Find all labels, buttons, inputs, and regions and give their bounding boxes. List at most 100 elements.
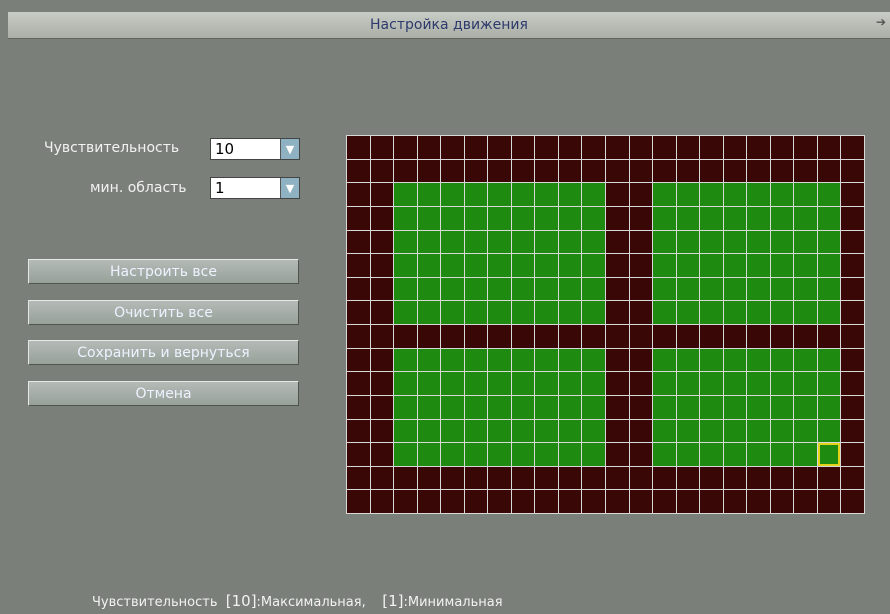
grid-cell[interactable] [700,277,723,301]
grid-cell[interactable] [770,277,794,301]
grid-cell[interactable] [676,159,700,183]
grid-cell[interactable] [347,254,370,277]
grid-cell[interactable] [488,372,511,395]
grid-cell[interactable] [817,325,841,348]
grid-cell[interactable] [700,490,723,513]
grid-cell[interactable] [464,277,488,301]
grid-cell[interactable] [441,206,464,230]
grid-cell[interactable] [794,372,817,395]
grid-cell[interactable] [817,230,841,254]
grid-cell[interactable] [370,183,394,206]
grid-cell[interactable] [629,254,653,277]
grid-cell[interactable] [841,206,864,230]
grid-cell[interactable] [605,277,629,301]
grid-cell[interactable] [370,206,394,230]
grid-cell[interactable] [841,301,864,324]
grid-cell[interactable] [394,277,417,301]
grid-cell[interactable] [817,159,841,183]
grid-cell[interactable] [464,183,488,206]
grid-cell[interactable] [394,395,417,419]
grid-cell[interactable] [700,136,723,159]
grid-cell[interactable] [464,230,488,254]
grid-cell[interactable] [817,466,841,490]
grid-cell[interactable] [629,490,653,513]
grid-cell[interactable] [488,395,511,419]
grid-cell[interactable] [370,325,394,348]
grid-cell[interactable] [394,159,417,183]
grid-cell[interactable] [700,254,723,277]
grid-cell[interactable] [441,301,464,324]
grid-cell[interactable] [347,183,370,206]
grid-cell[interactable] [700,159,723,183]
grid-cell[interactable] [747,419,770,443]
grid-cell[interactable] [817,183,841,206]
grid-cell[interactable] [535,301,558,324]
grid-cell[interactable] [841,348,864,372]
grid-cell[interactable] [488,419,511,443]
grid-cell[interactable] [700,183,723,206]
grid-cell[interactable] [629,301,653,324]
grid-cell[interactable] [653,490,676,513]
grid-cell[interactable] [817,419,841,443]
grid-cell[interactable] [747,136,770,159]
grid-cell[interactable] [347,419,370,443]
grid-cell[interactable] [417,395,441,419]
grid-cell[interactable] [629,466,653,490]
grid-cell[interactable] [817,277,841,301]
grid-cell[interactable] [747,230,770,254]
grid-cell[interactable] [794,325,817,348]
grid-cell[interactable] [441,254,464,277]
grid-cell[interactable] [558,183,582,206]
grid-cell[interactable] [770,254,794,277]
grid-cell[interactable] [770,206,794,230]
grid-cell[interactable] [370,277,394,301]
grid-cell[interactable] [347,230,370,254]
min-area-select[interactable]: 1 ▼ [210,177,300,199]
grid-cell[interactable] [605,206,629,230]
grid-cell[interactable] [794,183,817,206]
grid-cell[interactable] [841,136,864,159]
cancel-button[interactable]: Отмена [28,381,299,406]
grid-cell[interactable] [417,419,441,443]
grid-cell[interactable] [676,372,700,395]
grid-cell[interactable] [676,466,700,490]
grid-cell[interactable] [488,348,511,372]
grid-cell[interactable] [817,348,841,372]
grid-cell[interactable] [723,466,747,490]
grid-cell[interactable] [770,419,794,443]
grid-cell[interactable] [676,443,700,466]
grid-cell[interactable] [653,325,676,348]
grid-cell[interactable] [441,419,464,443]
grid-cell[interactable] [817,136,841,159]
grid-cell[interactable] [605,159,629,183]
grid-cell[interactable] [535,277,558,301]
grid-cell[interactable] [441,466,464,490]
grid-cell[interactable] [723,443,747,466]
grid-cell[interactable] [605,395,629,419]
grid-cell[interactable] [417,136,441,159]
grid-cell[interactable] [511,183,535,206]
grid-cell[interactable] [394,348,417,372]
grid-cell[interactable] [441,372,464,395]
grid-cell[interactable] [370,395,394,419]
grid-cell[interactable] [676,419,700,443]
grid-cell[interactable] [394,230,417,254]
chevron-down-icon[interactable]: ▼ [280,139,299,159]
grid-cell[interactable] [464,301,488,324]
grid-cell[interactable] [841,183,864,206]
grid-cell[interactable] [700,348,723,372]
grid-cell[interactable] [841,395,864,419]
chevron-down-icon[interactable]: ▼ [280,178,299,198]
grid-cell[interactable] [629,372,653,395]
grid-cell[interactable] [770,466,794,490]
grid-cell[interactable] [794,419,817,443]
grid-cell[interactable] [605,254,629,277]
grid-cell[interactable] [676,136,700,159]
grid-cell[interactable] [747,395,770,419]
grid-cell[interactable] [488,159,511,183]
grid-cell[interactable] [535,206,558,230]
grid-cell[interactable] [370,254,394,277]
grid-cell[interactable] [535,183,558,206]
grid-cell[interactable] [582,230,605,254]
grid-cell[interactable] [841,325,864,348]
